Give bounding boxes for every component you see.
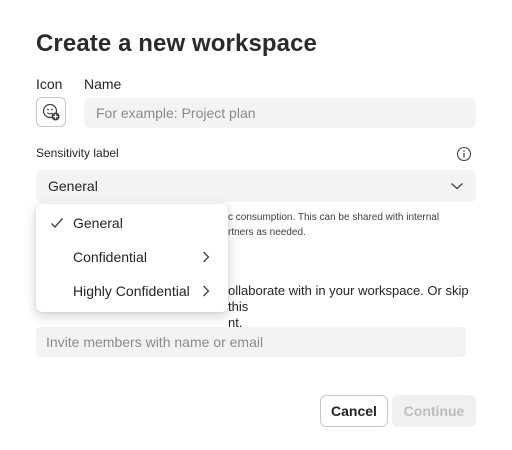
menu-item-label: General [73,215,123,231]
sensitivity-select-value: General [48,178,98,194]
dialog-title: Create a new workspace [36,30,318,57]
name-label: Name [84,76,122,92]
icon-label: Icon [36,76,63,92]
info-icon[interactable] [456,146,472,162]
sensitivity-description-line2: rtners as needed. [228,227,306,238]
sensitivity-dropdown-menu: General Confidential Highly Confidential [36,204,228,312]
menu-item-confidential[interactable]: Confidential [36,240,228,274]
sensitivity-description-line1: c consumption. This can be shared with i… [228,212,440,223]
cancel-button[interactable]: Cancel [320,395,388,427]
sensitivity-select[interactable]: General [36,170,476,202]
menu-item-label: Highly Confidential [73,283,190,299]
menu-item-label: Confidential [73,249,147,265]
invite-members-input[interactable] [36,327,466,357]
checkmark-icon [51,218,64,229]
chevron-right-icon [203,285,210,297]
menu-item-highly-confidential[interactable]: Highly Confidential [36,274,228,308]
invite-instructions: ollaborate with in your workspace. Or sk… [228,283,476,331]
chevron-down-icon [451,183,463,190]
emoji-add-icon [42,103,60,121]
continue-button[interactable]: Continue [392,395,476,427]
chevron-right-icon [203,251,210,263]
icon-picker-button[interactable] [36,97,66,127]
menu-item-general[interactable]: General [36,206,228,240]
sensitivity-label: Sensitivity label [36,146,119,160]
name-input[interactable] [84,98,476,128]
invite-instructions-line1: ollaborate with in your workspace. Or sk… [228,283,469,314]
sensitivity-description: c consumption. This can be shared with i… [228,210,478,240]
